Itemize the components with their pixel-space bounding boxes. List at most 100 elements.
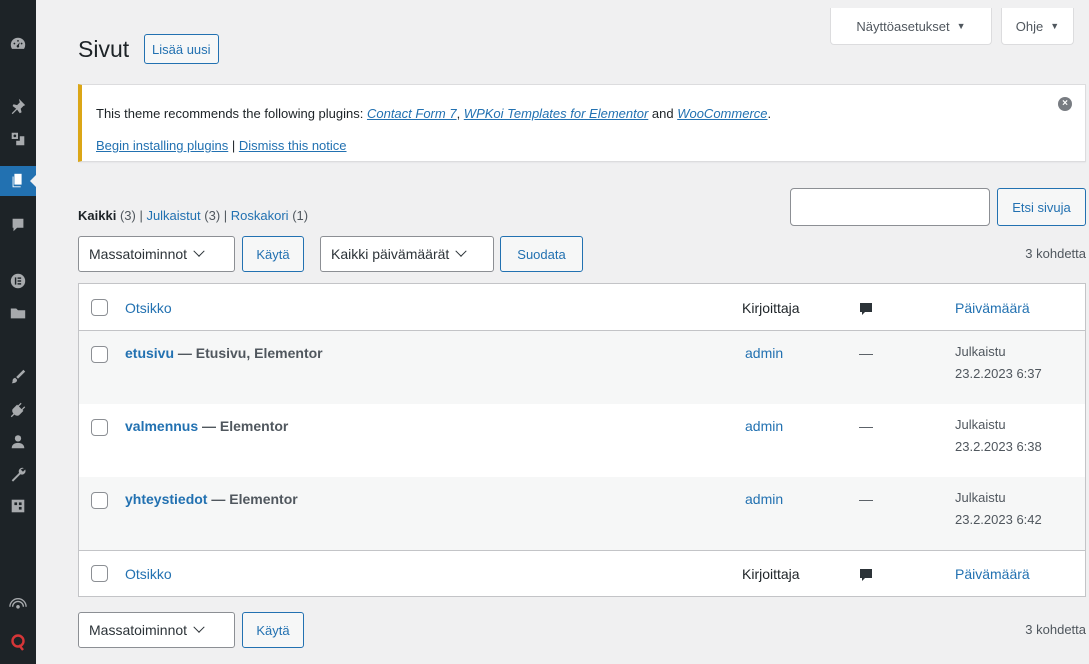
select-all-checkbox[interactable] bbox=[91, 565, 108, 582]
media-icon[interactable] bbox=[0, 124, 36, 154]
bulk-action-value: Massatoiminnot bbox=[89, 246, 188, 262]
q-plugin-icon[interactable] bbox=[11, 633, 25, 651]
date-cell: Julkaistu 23.2.2023 6:38 bbox=[955, 414, 1042, 458]
screen-options-label: Näyttöasetukset bbox=[856, 18, 950, 34]
plugin-link-woocommerce[interactable]: WooCommerce bbox=[677, 106, 767, 121]
table-row: yhteystiedot — Elementor admin — Julkais… bbox=[79, 477, 1085, 550]
chevron-down-icon bbox=[193, 245, 205, 257]
publish-status: Julkaistu bbox=[955, 490, 1006, 505]
view-all[interactable]: Kaikki (3) bbox=[78, 208, 136, 223]
add-new-button[interactable]: Lisää uusi bbox=[144, 34, 219, 64]
author-link[interactable]: admin bbox=[745, 418, 783, 434]
date-filter-select[interactable]: Kaikki päivämäärät bbox=[320, 236, 494, 272]
apply-button-bottom[interactable]: Käytä bbox=[242, 612, 304, 648]
comments-icon[interactable] bbox=[0, 210, 36, 240]
comments-column-icon bbox=[860, 303, 872, 315]
items-count: 3 kohdetta bbox=[1025, 246, 1086, 261]
page-title-link[interactable]: yhteystiedot bbox=[125, 491, 207, 507]
tools-wrench-icon[interactable] bbox=[0, 459, 36, 489]
dashboard-icon[interactable] bbox=[0, 29, 36, 59]
column-author-header: Kirjoittaja bbox=[742, 300, 800, 316]
help-button[interactable]: Ohje ▼ bbox=[1001, 8, 1074, 45]
page-title: Sivut bbox=[78, 36, 130, 62]
begin-installing-link[interactable]: Begin installing plugins bbox=[96, 138, 228, 153]
chevron-down-icon bbox=[455, 245, 467, 257]
wifi-plugin-icon[interactable] bbox=[0, 590, 36, 620]
row-title: etusivu — Etusivu, Elementor bbox=[125, 345, 323, 361]
author-link[interactable]: admin bbox=[745, 345, 783, 361]
select-all-checkbox[interactable] bbox=[91, 299, 108, 316]
search-pages-button[interactable]: Etsi sivuja bbox=[997, 188, 1086, 226]
chevron-down-icon: ▼ bbox=[956, 21, 966, 31]
notice-message: This theme recommends the following plug… bbox=[96, 106, 771, 121]
table-header: Otsikko Kirjoittaja Päivämäärä bbox=[79, 284, 1085, 331]
notice-text-end: . bbox=[767, 106, 772, 121]
column-title-header[interactable]: Otsikko bbox=[125, 300, 172, 316]
dismiss-notice-link[interactable]: Dismiss this notice bbox=[239, 138, 347, 153]
view-all-count: (3) bbox=[119, 208, 136, 223]
view-trash[interactable]: Roskakori (1) bbox=[231, 208, 308, 223]
bulk-action-value: Massatoiminnot bbox=[89, 622, 188, 638]
elementor-icon[interactable] bbox=[0, 266, 36, 296]
view-all-label: Kaikki bbox=[78, 208, 117, 223]
plugin-link-contact-form[interactable]: Contact Form 7 bbox=[367, 106, 457, 121]
apply-button[interactable]: Käytä bbox=[242, 236, 304, 272]
row-checkbox[interactable] bbox=[91, 419, 108, 436]
row-checkbox[interactable] bbox=[91, 346, 108, 363]
notice-separator: , bbox=[456, 106, 464, 121]
row-title: yhteystiedot — Elementor bbox=[125, 491, 298, 507]
admin-sidebar bbox=[0, 0, 37, 664]
post-state: — Etusivu, Elementor bbox=[174, 345, 323, 361]
date-filter-value: Kaikki päivämäärät bbox=[331, 246, 450, 262]
templates-folder-icon[interactable] bbox=[0, 298, 36, 328]
dismiss-icon[interactable]: × bbox=[1058, 97, 1072, 111]
plugins-icon[interactable] bbox=[0, 395, 36, 425]
notice-separator: and bbox=[648, 106, 678, 121]
search-input[interactable] bbox=[790, 188, 990, 226]
view-separator: | bbox=[220, 208, 231, 223]
publish-status: Julkaistu bbox=[955, 417, 1006, 432]
date-cell: Julkaistu 23.2.2023 6:37 bbox=[955, 341, 1042, 385]
filter-button[interactable]: Suodata bbox=[500, 236, 583, 272]
chevron-down-icon bbox=[193, 621, 205, 633]
view-trash-label: Roskakori bbox=[230, 208, 289, 223]
page-title-link[interactable]: etusivu bbox=[125, 345, 174, 361]
table-row: valmennus — Elementor admin — Julkaistu 2… bbox=[79, 404, 1085, 477]
comments-column-icon bbox=[860, 569, 872, 581]
help-label: Ohje bbox=[1015, 18, 1044, 34]
page-title-link[interactable]: valmennus bbox=[125, 418, 198, 434]
chevron-down-icon: ▼ bbox=[1050, 21, 1060, 31]
comment-count: — bbox=[859, 491, 873, 507]
pages-table: Otsikko Kirjoittaja Päivämäärä etusivu —… bbox=[78, 283, 1086, 597]
appearance-brush-icon[interactable] bbox=[0, 362, 36, 392]
column-title-footer[interactable]: Otsikko bbox=[125, 566, 172, 582]
publish-date: 23.2.2023 6:37 bbox=[955, 366, 1042, 381]
row-title: valmennus — Elementor bbox=[125, 418, 288, 434]
column-author-footer: Kirjoittaja bbox=[742, 566, 800, 582]
bulk-action-select[interactable]: Massatoiminnot bbox=[78, 236, 235, 272]
author-link[interactable]: admin bbox=[745, 491, 783, 507]
users-icon[interactable] bbox=[0, 427, 36, 457]
views-filter: Kaikki (3) | Julkaistut (3) | Roskakori … bbox=[78, 208, 308, 223]
screen-options-button[interactable]: Näyttöasetukset ▼ bbox=[830, 8, 992, 45]
row-checkbox[interactable] bbox=[91, 492, 108, 509]
view-published-count: (3) bbox=[204, 208, 221, 223]
view-published[interactable]: Julkaistut (3) bbox=[146, 208, 220, 223]
view-separator: | bbox=[135, 208, 147, 223]
comment-count: — bbox=[859, 345, 873, 361]
plugin-link-wpkoi[interactable]: WPKoi Templates for Elementor bbox=[464, 106, 648, 121]
bulk-action-select-bottom[interactable]: Massatoiminnot bbox=[78, 612, 235, 648]
settings-icon[interactable] bbox=[0, 491, 36, 521]
column-date-footer[interactable]: Päivämäärä bbox=[955, 566, 1030, 582]
post-state: — Elementor bbox=[198, 418, 289, 434]
view-trash-count: (1) bbox=[292, 208, 309, 223]
table-footer: Otsikko Kirjoittaja Päivämäärä bbox=[79, 550, 1085, 596]
publish-date: 23.2.2023 6:42 bbox=[955, 512, 1042, 527]
publish-date: 23.2.2023 6:38 bbox=[955, 439, 1042, 454]
notice-actions: Begin installing plugins | Dismiss this … bbox=[96, 138, 347, 153]
posts-pin-icon[interactable] bbox=[0, 91, 36, 121]
column-date-header[interactable]: Päivämäärä bbox=[955, 300, 1030, 316]
notice-text: This theme recommends the following plug… bbox=[96, 106, 367, 121]
view-published-label: Julkaistut bbox=[146, 208, 201, 223]
pages-icon[interactable] bbox=[0, 166, 37, 196]
